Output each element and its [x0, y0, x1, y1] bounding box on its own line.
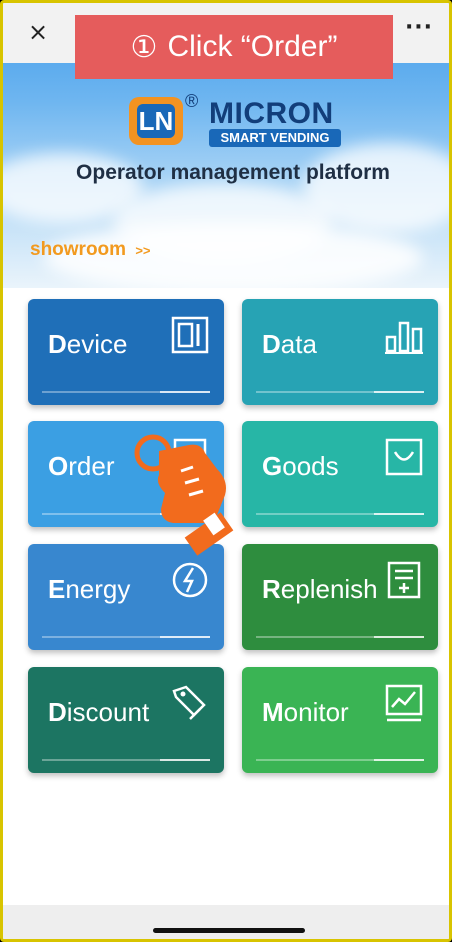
registered-mark: ®	[185, 91, 199, 111]
tile-monitor[interactable]: Monitor	[242, 667, 438, 773]
home-indicator[interactable]	[153, 928, 305, 933]
add-list-icon	[387, 561, 421, 599]
logo-tagline: SMART VENDING	[209, 129, 341, 147]
step-number: ①	[130, 30, 158, 64]
tile-goods[interactable]: Goods	[242, 421, 438, 527]
micron-logo: LN ® MICRON SMART VENDING	[129, 91, 341, 151]
tile-replenish[interactable]: Replenish	[242, 544, 438, 650]
device-icon	[171, 316, 209, 354]
more-options-icon[interactable]: ···	[401, 15, 437, 45]
page-title: Operator management platform	[76, 161, 390, 184]
smile-box-icon	[385, 438, 423, 476]
showroom-label: showroom	[30, 239, 127, 260]
showroom-link[interactable]: showroom >>	[30, 239, 151, 261]
close-icon[interactable]: ×	[23, 17, 53, 47]
chevron-right-icon: >>	[135, 243, 151, 258]
tile-device[interactable]: Device	[28, 299, 224, 405]
monitor-chart-icon	[385, 684, 423, 722]
power-icon	[172, 562, 208, 598]
logo-brand: MICRON	[209, 97, 334, 130]
instruction-text: Click “Order”	[167, 30, 338, 63]
tile-discount[interactable]: Discount	[28, 667, 224, 773]
instruction-callout: ① Click “Order”	[75, 15, 393, 79]
phone-screen: × ··· ① Click “Order” LN ® MICRON SMART …	[0, 0, 452, 942]
pointing-hand-icon	[134, 434, 234, 556]
bar-chart-icon	[385, 321, 423, 354]
tile-data[interactable]: Data	[242, 299, 438, 405]
tag-icon	[172, 685, 206, 720]
logo-mark: LN	[129, 97, 183, 145]
home-bar	[3, 905, 449, 939]
